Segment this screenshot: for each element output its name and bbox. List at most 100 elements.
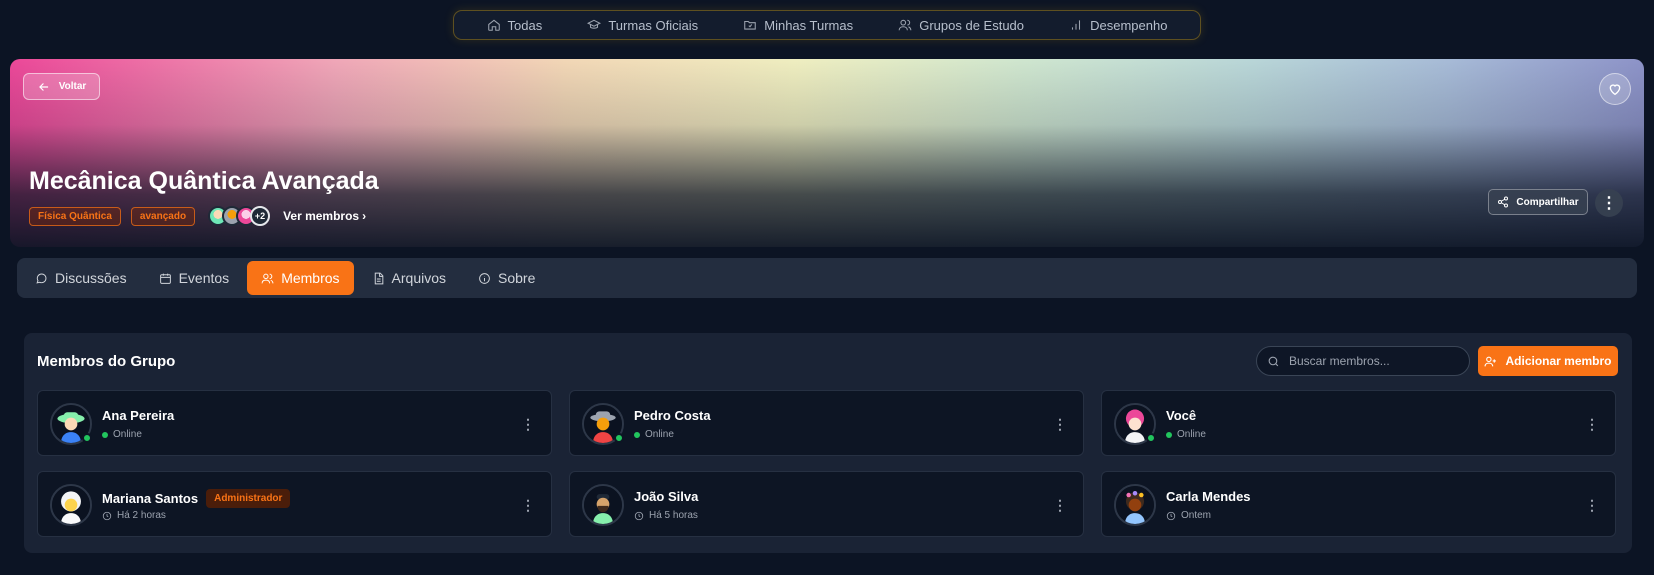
nav-item-desempenho[interactable]: Desempenho	[1069, 18, 1167, 33]
online-dot-icon	[102, 431, 108, 438]
share-button[interactable]: Compartilhar	[1488, 189, 1588, 215]
tab-label: Membros	[281, 270, 340, 286]
member-card[interactable]: Mariana Santos Administrador Há 2 horas …	[37, 471, 552, 537]
member-search[interactable]	[1256, 346, 1470, 376]
member-name: Pedro Costa	[634, 408, 711, 423]
back-button[interactable]: Voltar	[23, 73, 100, 100]
clock-icon	[634, 511, 644, 520]
nav-item-todas[interactable]: Todas	[487, 17, 543, 33]
graduation-cap-icon	[587, 19, 602, 29]
member-name-row: Carla Mendes	[1166, 489, 1251, 504]
member-name-row: Ana Pereira	[102, 408, 174, 423]
avatar	[582, 403, 624, 445]
member-card[interactable]: Ana Pereira Online ⋮	[37, 390, 552, 456]
admin-badge: Administrador	[206, 489, 291, 508]
group-meta: Física Quântica avançado +2 Ver membros …	[29, 206, 366, 226]
member-status-text: Online	[1177, 429, 1206, 440]
member-status: Ontem	[1166, 510, 1211, 521]
members-panel: Membros do Grupo Adicionar membro Ana Pe…	[24, 333, 1632, 553]
member-name: Carla Mendes	[1166, 489, 1251, 504]
avatar-image	[50, 484, 92, 526]
member-name: João Silva	[634, 489, 699, 504]
member-status: Há 5 horas	[634, 510, 698, 521]
member-status: Há 2 horas	[102, 510, 166, 521]
member-status: Online	[1166, 429, 1206, 440]
member-options-button[interactable]: ⋮	[1053, 495, 1067, 515]
member-avatar-stack[interactable]: +2	[208, 206, 271, 226]
add-member-button[interactable]: Adicionar membro	[1478, 346, 1618, 376]
info-icon	[479, 272, 490, 284]
see-members-link[interactable]: Ver membros ›	[283, 209, 366, 223]
member-name-row: João Silva	[634, 489, 698, 504]
member-status: Online	[634, 429, 674, 440]
online-dot-icon	[634, 431, 640, 438]
home-icon	[487, 19, 500, 31]
tab-sobre[interactable]: Sobre	[464, 261, 549, 295]
top-nav: Todas Turmas Oficiais Minhas Turmas Grup…	[453, 10, 1201, 40]
chevron-right-icon: ›	[362, 209, 367, 223]
member-status-text: Online	[113, 429, 142, 440]
member-status-text: Há 2 horas	[117, 510, 166, 521]
calendar-icon	[159, 273, 171, 284]
users-icon	[261, 273, 274, 283]
subject-tag[interactable]: Física Quântica	[29, 206, 121, 226]
member-options-button[interactable]: ⋮	[1053, 414, 1067, 434]
members-grid: Ana Pereira Online ⋮ Pedro Costa Online …	[37, 390, 1616, 537]
search-icon	[1268, 356, 1279, 366]
level-tag[interactable]: avançado	[130, 206, 196, 226]
more-vertical-icon: ⋮	[1601, 195, 1617, 212]
search-input[interactable]	[1289, 354, 1459, 368]
nav-item-label: Todas	[507, 17, 543, 33]
nav-item-label: Turmas Oficiais	[608, 17, 699, 33]
more-options-button[interactable]: ⋮	[1595, 189, 1623, 217]
clock-icon	[102, 511, 112, 520]
nav-item-minhas-turmas[interactable]: Minhas Turmas	[743, 18, 853, 33]
tab-label: Discussões	[55, 270, 127, 286]
avatar	[582, 484, 624, 526]
tab-label: Sobre	[498, 270, 536, 286]
member-card[interactable]: João Silva Há 5 horas ⋮	[569, 471, 1084, 537]
tab-label: Eventos	[178, 270, 230, 286]
arrow-left-icon	[38, 82, 48, 91]
tab-discussoes[interactable]: Discussões	[21, 261, 141, 295]
member-name-row: Pedro Costa	[634, 408, 711, 423]
member-status-text: Ontem	[1181, 510, 1212, 521]
member-card[interactable]: Pedro Costa Online ⋮	[569, 390, 1084, 456]
avatar-image	[582, 484, 624, 526]
member-status-text: Online	[645, 429, 674, 440]
user-plus-icon	[1485, 356, 1497, 366]
bar-chart-icon	[1072, 20, 1081, 30]
group-tabs: Discussões Eventos Membros Arquivos Sobr…	[17, 258, 1637, 298]
nav-item-turmas-oficiais[interactable]: Turmas Oficiais	[587, 18, 698, 33]
avatar	[1114, 403, 1156, 445]
member-name-row: Mariana Santos Administrador	[102, 489, 291, 508]
clock-icon	[1166, 511, 1176, 520]
tab-membros[interactable]: Membros	[247, 261, 354, 295]
member-card[interactable]: Carla Mendes Ontem ⋮	[1101, 471, 1616, 537]
favorite-button[interactable]	[1599, 73, 1631, 105]
avatar	[50, 403, 92, 445]
online-indicator	[82, 433, 92, 443]
member-name-row: Você	[1166, 408, 1196, 423]
member-options-button[interactable]: ⋮	[521, 414, 535, 434]
member-card[interactable]: Você Online ⋮	[1101, 390, 1616, 456]
online-indicator	[614, 433, 624, 443]
tab-eventos[interactable]: Eventos	[145, 261, 244, 295]
nav-item-grupos-de-estudo[interactable]: Grupos de Estudo	[898, 18, 1024, 33]
back-button-label: Voltar	[58, 81, 87, 92]
member-name: Mariana Santos	[102, 491, 199, 506]
extra-members-count: +2	[250, 206, 271, 226]
avatar	[50, 484, 92, 526]
tab-arquivos[interactable]: Arquivos	[358, 261, 460, 295]
share-button-label: Compartilhar	[1516, 196, 1579, 208]
add-member-label: Adicionar membro	[1505, 354, 1612, 368]
tab-label: Arquivos	[391, 270, 447, 286]
message-icon	[36, 273, 47, 283]
member-options-button[interactable]: ⋮	[1585, 414, 1599, 434]
member-options-button[interactable]: ⋮	[1585, 495, 1599, 515]
panel-title: Membros do Grupo	[37, 353, 176, 370]
online-indicator	[1146, 433, 1156, 443]
member-name: Você	[1166, 408, 1197, 423]
member-options-button[interactable]: ⋮	[521, 495, 535, 515]
folder-icon	[744, 20, 757, 30]
